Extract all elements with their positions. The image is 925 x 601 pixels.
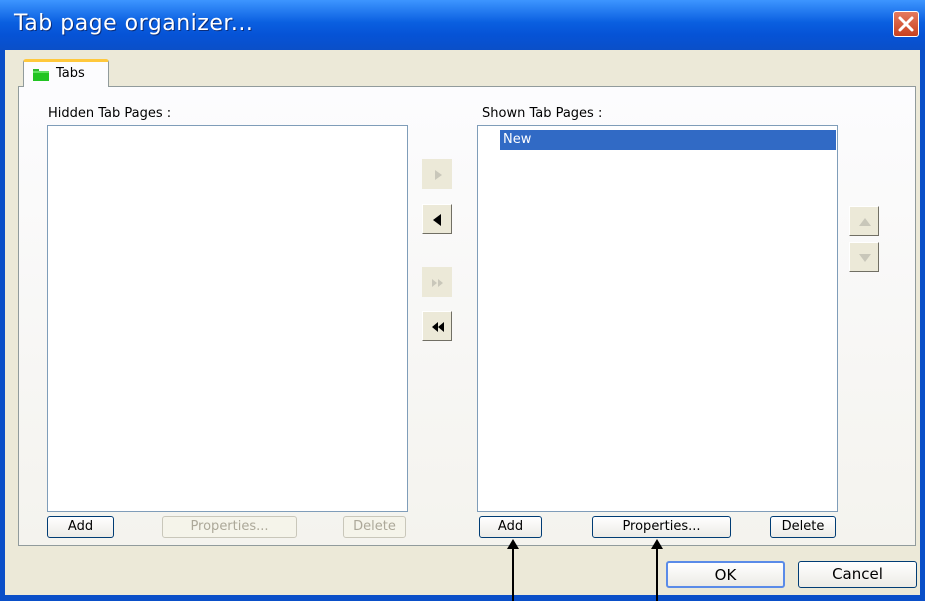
- shown-tab-pages-label: Shown Tab Pages :: [482, 106, 603, 121]
- arrow-down-icon: [859, 254, 871, 262]
- annotation-pointer-properties: [651, 539, 663, 601]
- move-up-button[interactable]: [849, 206, 879, 236]
- window-frame-bottom: [0, 595, 925, 601]
- shown-properties-button[interactable]: Properties...: [592, 516, 731, 538]
- move-left-button[interactable]: [422, 204, 452, 234]
- hidden-add-button[interactable]: Add: [47, 516, 114, 538]
- list-item[interactable]: New: [500, 130, 836, 150]
- tab-label: Tabs: [56, 66, 85, 81]
- double-arrow-left-icon: [432, 322, 444, 332]
- move-right-button[interactable]: [422, 159, 452, 189]
- arrow-up-icon: [859, 218, 871, 226]
- hidden-properties-button[interactable]: Properties...: [162, 516, 297, 538]
- hidden-add-label: Add: [67, 519, 94, 534]
- window-frame-right: [920, 50, 925, 601]
- move-all-right-button[interactable]: [422, 267, 452, 297]
- cancel-button[interactable]: Cancel: [798, 561, 917, 588]
- annotation-arrowhead-icon: [651, 539, 663, 549]
- tab-tabs[interactable]: Tabs: [23, 59, 109, 87]
- hidden-tab-pages-list[interactable]: [47, 125, 408, 512]
- green-folder-icon: [33, 69, 49, 81]
- ok-button[interactable]: OK: [666, 561, 785, 588]
- window-title: Tab page organizer...: [14, 11, 254, 36]
- close-x-icon: [898, 16, 914, 32]
- hidden-tab-pages-label: Hidden Tab Pages :: [48, 106, 172, 121]
- arrow-right-icon: [435, 170, 442, 180]
- annotation-pointer-add: [507, 539, 519, 601]
- close-button[interactable]: [893, 11, 919, 37]
- hidden-delete-label: Delete: [353, 519, 396, 534]
- hidden-delete-button[interactable]: Delete: [343, 516, 406, 538]
- shown-delete-button[interactable]: Delete: [770, 516, 836, 538]
- move-all-left-button[interactable]: [422, 311, 452, 341]
- shown-properties-label: Properties...: [622, 519, 701, 534]
- annotation-arrowhead-icon: [507, 539, 519, 549]
- shown-delete-label: Delete: [781, 519, 825, 534]
- shown-tab-pages-list[interactable]: New: [477, 125, 838, 512]
- double-arrow-right-icon: [432, 279, 443, 287]
- shown-add-label: Add: [497, 519, 524, 534]
- hidden-properties-label: Properties...: [190, 519, 269, 534]
- dialog-window: Tab page organizer... Tabs Hidden Tab Pa…: [0, 0, 925, 601]
- shown-add-button[interactable]: Add: [479, 516, 542, 538]
- move-down-button[interactable]: [849, 242, 879, 272]
- arrow-left-icon: [433, 214, 441, 226]
- title-bar[interactable]: Tab page organizer...: [0, 0, 925, 50]
